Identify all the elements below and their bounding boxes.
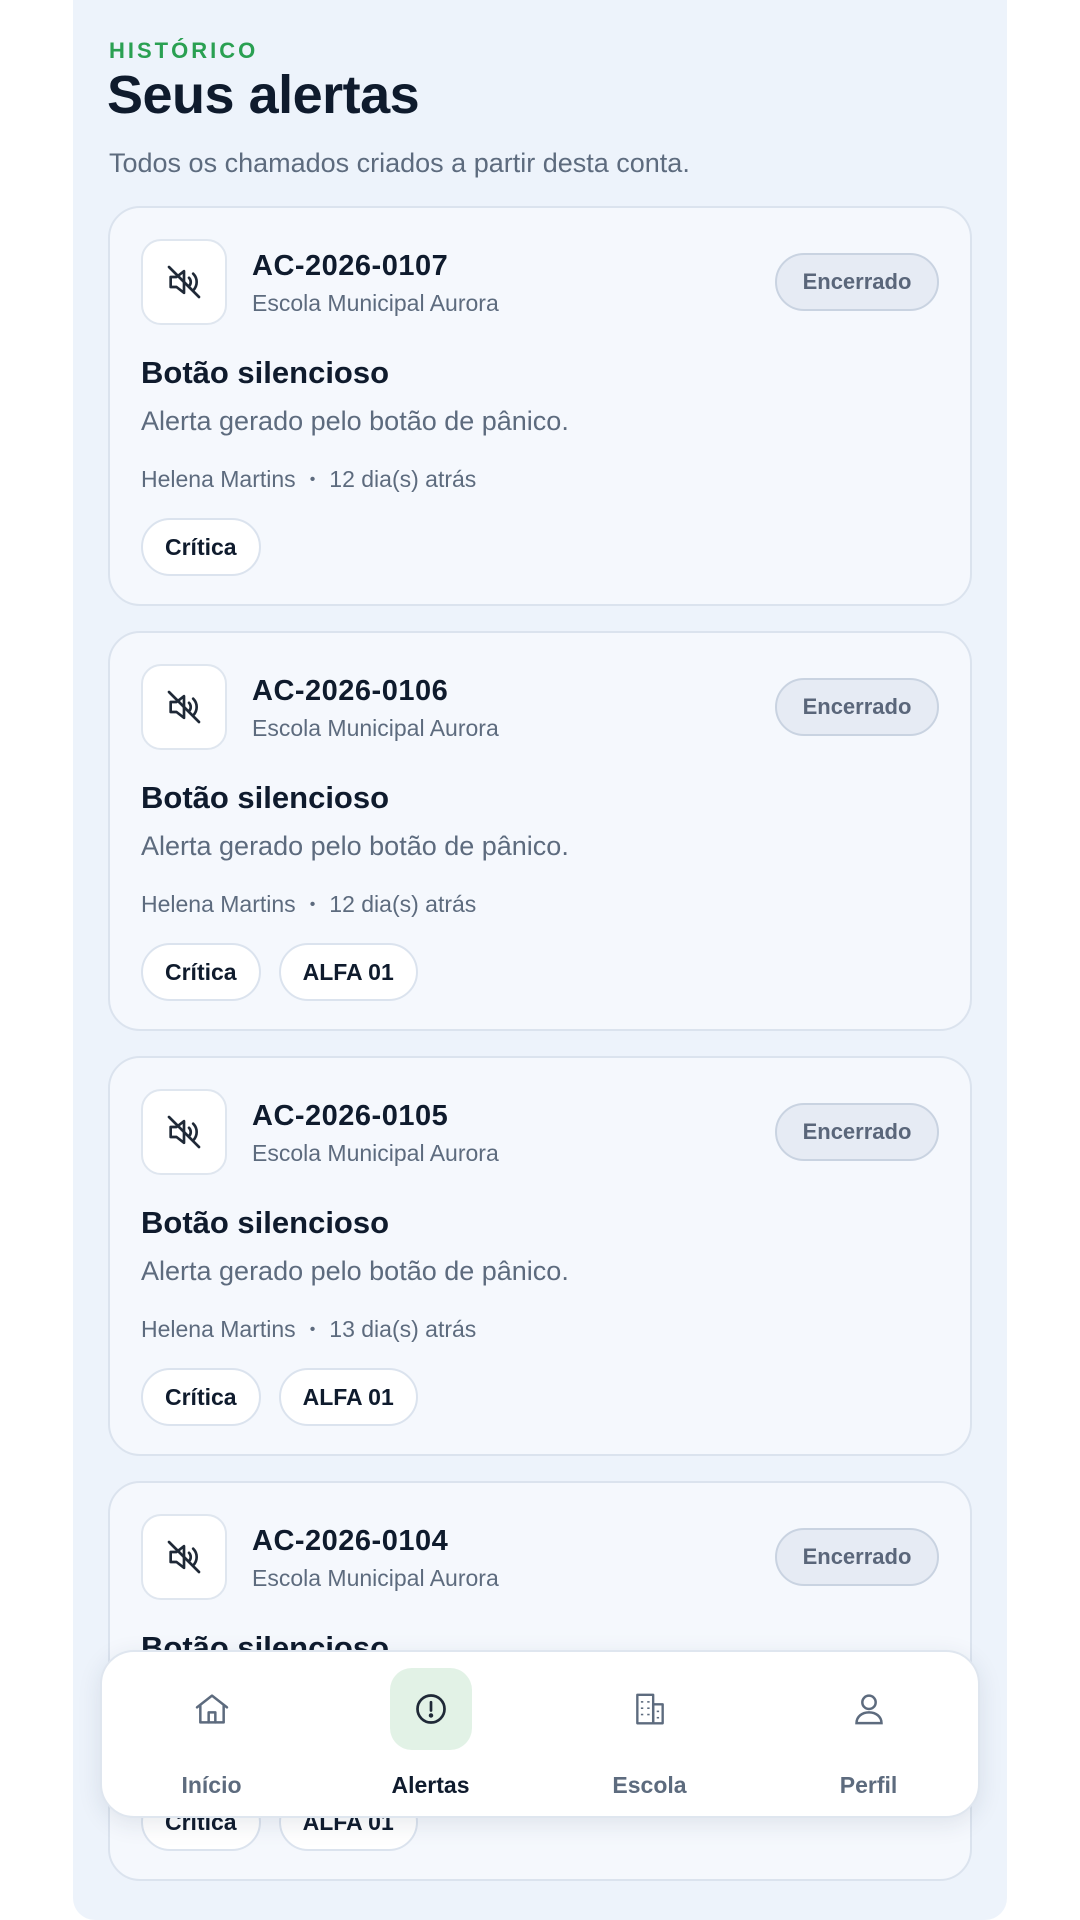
alert-school: Escola Municipal Aurora bbox=[252, 290, 499, 316]
alert-id: AC-2026-0104 bbox=[252, 1525, 449, 1557]
status-badge: Encerrado bbox=[775, 678, 939, 736]
alert-id: AC-2026-0106 bbox=[252, 675, 449, 707]
severity-tag: Crítica bbox=[141, 943, 261, 1001]
muted-speaker-icon bbox=[141, 1089, 227, 1175]
alert-school: Escola Municipal Aurora bbox=[252, 1565, 499, 1591]
page-title: Seus alertas bbox=[107, 65, 420, 125]
severity-tag: Crítica bbox=[141, 518, 261, 576]
home-icon bbox=[171, 1668, 253, 1750]
alert-title: Botão silencioso bbox=[141, 1205, 390, 1240]
alert-time: 13 dia(s) atrás bbox=[329, 1316, 477, 1342]
unit-tag: ALFA 01 bbox=[278, 943, 418, 1001]
alert-time: 12 dia(s) atrás bbox=[329, 891, 477, 917]
nav-label: Escola bbox=[612, 1772, 687, 1798]
alert-id: AC-2026-0107 bbox=[252, 250, 449, 282]
nav-item-escola[interactable]: Escola bbox=[540, 1652, 759, 1816]
nav-item-perfil[interactable]: Perfil bbox=[759, 1652, 978, 1816]
alert-description: Alerta gerado pelo botão de pânico. bbox=[141, 831, 569, 861]
alert-tags: Crítica ALFA 01 bbox=[141, 1368, 418, 1426]
alert-circle-icon bbox=[389, 1668, 472, 1750]
alert-school: Escola Municipal Aurora bbox=[252, 1140, 499, 1166]
nav-label: Início bbox=[181, 1772, 242, 1798]
alert-meta: Helena Martins • 12 dia(s) atrás bbox=[141, 466, 476, 493]
alert-card[interactable]: AC-2026-0106 Escola Municipal Aurora Enc… bbox=[108, 631, 972, 1031]
alert-author: Helena Martins bbox=[141, 1316, 296, 1342]
muted-speaker-icon bbox=[141, 239, 227, 325]
nav-item-inicio[interactable]: Início bbox=[102, 1652, 321, 1816]
alert-tags: Crítica ALFA 01 bbox=[141, 943, 418, 1001]
building-icon bbox=[609, 1668, 691, 1750]
app-screen: HISTÓRICO Seus alertas Todos os chamados… bbox=[73, 0, 1007, 1920]
alert-title: Botão silencioso bbox=[141, 355, 390, 390]
status-badge: Encerrado bbox=[775, 1528, 939, 1586]
separator-dot: • bbox=[309, 1320, 316, 1338]
section-overline: HISTÓRICO bbox=[109, 38, 259, 63]
alert-meta: Helena Martins • 12 dia(s) atrás bbox=[141, 891, 476, 918]
alert-author: Helena Martins bbox=[141, 466, 296, 492]
alert-author: Helena Martins bbox=[141, 891, 296, 917]
severity-tag: Crítica bbox=[141, 1368, 261, 1426]
alert-id: AC-2026-0105 bbox=[252, 1100, 449, 1132]
alert-time: 12 dia(s) atrás bbox=[329, 466, 477, 492]
nav-label: Alertas bbox=[391, 1772, 470, 1798]
unit-tag: ALFA 01 bbox=[278, 1368, 418, 1426]
status-badge: Encerrado bbox=[775, 1103, 939, 1161]
separator-dot: • bbox=[309, 470, 316, 488]
alert-meta: Helena Martins • 13 dia(s) atrás bbox=[141, 1316, 476, 1343]
status-badge: Encerrado bbox=[775, 253, 939, 311]
user-icon bbox=[828, 1668, 910, 1750]
alert-title: Botão silencioso bbox=[141, 780, 390, 815]
nav-label: Perfil bbox=[839, 1772, 898, 1798]
alert-description: Alerta gerado pelo botão de pânico. bbox=[141, 1256, 569, 1286]
alert-description: Alerta gerado pelo botão de pânico. bbox=[141, 406, 569, 436]
muted-speaker-icon bbox=[141, 1514, 227, 1600]
separator-dot: • bbox=[309, 895, 316, 913]
alert-school: Escola Municipal Aurora bbox=[252, 715, 499, 741]
alert-card[interactable]: AC-2026-0105 Escola Municipal Aurora Enc… bbox=[108, 1056, 972, 1456]
alert-card[interactable]: AC-2026-0107 Escola Municipal Aurora Enc… bbox=[108, 206, 972, 606]
page-subtitle: Todos os chamados criados a partir desta… bbox=[109, 148, 690, 178]
nav-item-alertas[interactable]: Alertas bbox=[321, 1652, 540, 1816]
muted-speaker-icon bbox=[141, 664, 227, 750]
alert-tags: Crítica bbox=[141, 518, 261, 576]
bottom-nav: Início Alertas Escola Perfil bbox=[100, 1650, 980, 1818]
